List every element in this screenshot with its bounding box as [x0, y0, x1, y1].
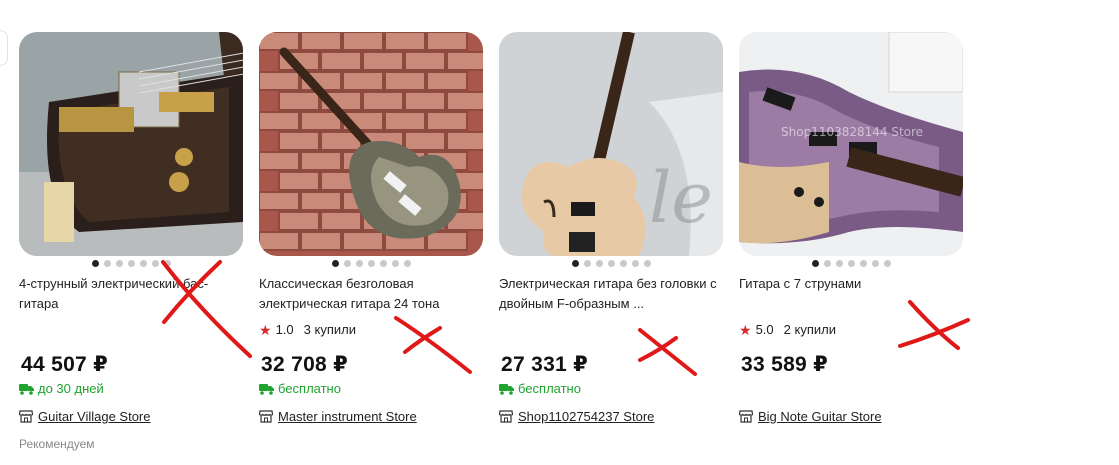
recommend-label: Рекомендуем — [19, 437, 95, 451]
seven-string-guitar-photo: Shop1103828144 Store — [739, 32, 963, 256]
product-price: 32 708 ₽ — [261, 353, 349, 376]
carousel-dot[interactable] — [835, 260, 843, 267]
product-image[interactable]: Shop1103828144 Store — [739, 32, 963, 256]
carousel-dot[interactable] — [391, 260, 399, 267]
product-title[interactable]: Гитара с 7 струнами — [739, 274, 961, 294]
carousel-dot[interactable] — [619, 260, 627, 267]
carousel-dot[interactable] — [847, 260, 855, 267]
carousel-dot[interactable] — [139, 260, 147, 267]
delivery-info: бесплатно — [259, 381, 341, 396]
delivery-text: бесплатно — [518, 381, 581, 396]
buyers-count: 2 купили — [783, 322, 836, 337]
rating-value: 5.0 — [755, 322, 774, 337]
carousel-dot[interactable] — [163, 260, 171, 267]
carousel-dot[interactable] — [811, 260, 819, 267]
watermark-text: Shop1103828144 Store — [781, 125, 923, 139]
carousel-dot[interactable] — [367, 260, 375, 267]
product-title[interactable]: Классическая безголовая электрическая ги… — [259, 274, 481, 314]
carousel-dot[interactable] — [403, 260, 411, 267]
delivery-text: бесплатно — [278, 381, 341, 396]
star-icon: ★ — [739, 321, 752, 338]
store-icon — [739, 410, 753, 423]
carousel-dot[interactable] — [91, 260, 99, 267]
store-name[interactable]: Master instrument Store — [278, 409, 417, 424]
product-rating: ★ 5.0 2 купили — [739, 322, 836, 337]
product-card-3[interactable]: le Электрическая гитара без головки с дв… — [499, 32, 725, 432]
store-icon — [259, 410, 273, 423]
store-icon — [499, 410, 513, 423]
product-card-2[interactable]: Классическая безголовая электрическая ги… — [259, 32, 485, 432]
store-name[interactable]: Shop1102754237 Store — [518, 409, 654, 424]
product-card-1[interactable]: 4-струнный электрический бас-гитара 44 5… — [19, 32, 245, 432]
product-price: 33 589 ₽ — [741, 353, 829, 376]
headless-guitar-photo — [259, 32, 483, 256]
star-icon: ★ — [259, 321, 272, 338]
delivery-info: бесплатно — [499, 381, 581, 396]
rating-value: 1.0 — [275, 322, 294, 337]
carousel-dot[interactable] — [631, 260, 639, 267]
carousel-dot[interactable] — [643, 260, 651, 267]
product-price: 27 331 ₽ — [501, 353, 589, 376]
product-image[interactable]: le — [499, 32, 723, 256]
delivery-info: до 30 дней — [19, 381, 104, 396]
carousel-dot[interactable] — [331, 260, 339, 267]
image-carousel-dots[interactable] — [739, 260, 963, 267]
carousel-dot[interactable] — [883, 260, 891, 267]
delivery-text: до 30 дней — [38, 381, 104, 396]
product-image[interactable] — [259, 32, 483, 256]
carousel-dot[interactable] — [571, 260, 579, 267]
product-price: 44 507 ₽ — [21, 353, 109, 376]
semi-hollow-guitar-photo: le — [499, 32, 723, 256]
carousel-dot[interactable] — [127, 260, 135, 267]
store-icon — [19, 410, 33, 423]
product-title[interactable]: Электрическая гитара без головки с двойн… — [499, 274, 721, 314]
carousel-dot[interactable] — [583, 260, 591, 267]
product-rating: ★ 1.0 3 купили — [259, 322, 356, 337]
carousel-dot[interactable] — [379, 260, 387, 267]
left-scroll-tab[interactable] — [0, 30, 8, 66]
product-image[interactable] — [19, 32, 243, 256]
product-card-4[interactable]: Shop1103828144 Store Гитара с 7 струнами… — [739, 32, 965, 432]
carousel-dot[interactable] — [103, 260, 111, 267]
image-carousel-dots[interactable] — [19, 260, 243, 267]
image-carousel-dots[interactable] — [259, 260, 483, 267]
carousel-dot[interactable] — [151, 260, 159, 267]
store-link[interactable]: Big Note Guitar Store — [739, 409, 882, 424]
carousel-dot[interactable] — [115, 260, 123, 267]
store-link[interactable]: Guitar Village Store — [19, 409, 151, 424]
store-name[interactable]: Big Note Guitar Store — [758, 409, 882, 424]
buyers-count: 3 купили — [303, 322, 356, 337]
carousel-dot[interactable] — [607, 260, 615, 267]
carousel-dot[interactable] — [871, 260, 879, 267]
carousel-dot[interactable] — [355, 260, 363, 267]
bass-guitar-photo — [19, 32, 243, 256]
product-title[interactable]: 4-струнный электрический бас-гитара — [19, 274, 241, 314]
store-name[interactable]: Guitar Village Store — [38, 409, 151, 424]
truck-icon — [259, 383, 274, 395]
carousel-dot[interactable] — [343, 260, 351, 267]
truck-icon — [499, 383, 514, 395]
store-link[interactable]: Shop1102754237 Store — [499, 409, 654, 424]
svg-text:le: le — [649, 157, 713, 239]
carousel-dot[interactable] — [859, 260, 867, 267]
image-carousel-dots[interactable] — [499, 260, 723, 267]
truck-icon — [19, 383, 34, 395]
store-link[interactable]: Master instrument Store — [259, 409, 417, 424]
carousel-dot[interactable] — [595, 260, 603, 267]
carousel-dot[interactable] — [823, 260, 831, 267]
